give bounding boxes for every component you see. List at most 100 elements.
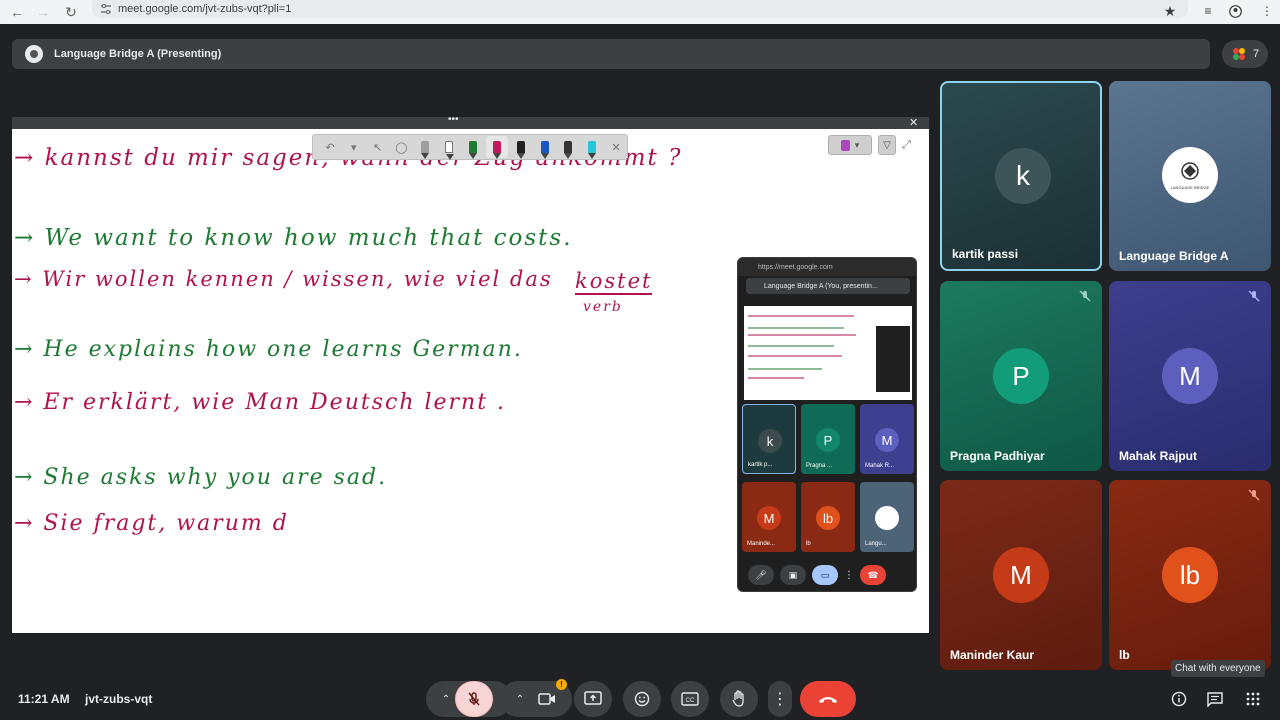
activities-button[interactable]	[1238, 681, 1268, 717]
pen-magenta-icon[interactable]	[485, 136, 508, 159]
people-button[interactable]: 7	[1222, 40, 1268, 68]
whiteboard-right-tools: ▾ ▽ ⤢	[828, 135, 911, 155]
mini-url: https://meet.google.com	[738, 258, 916, 276]
lasso-icon[interactable]: ◯	[391, 136, 413, 158]
mini-controls: 🎤︎ ▣ ▭ ⋮ ☎	[744, 564, 912, 586]
more-options-button[interactable]: ⋮	[768, 681, 792, 717]
pen-black-icon[interactable]	[510, 136, 532, 159]
participant-tile[interactable]: LANGUAGE BRIDGE Language Bridge A	[1109, 81, 1271, 271]
meeting-details-button[interactable]	[1164, 681, 1194, 717]
mini-mic-icon[interactable]: 🎤︎	[748, 565, 774, 585]
avatar: lb	[1162, 547, 1218, 603]
mini-tile[interactable]: M Maninde...	[742, 482, 796, 552]
shared-window-titlebar	[12, 117, 929, 129]
expand-icon[interactable]: ⤢	[902, 139, 911, 152]
undo-icon[interactable]: ↶	[319, 136, 341, 158]
language-bridge-logo-icon: LANGUAGE BRIDGE	[1162, 147, 1218, 203]
chat-button[interactable]	[1200, 681, 1230, 717]
handwritten-line: → Sie fragt, warum d	[14, 511, 289, 536]
mini-tile[interactable]: Langu...	[860, 482, 914, 552]
mini-tile[interactable]: k kartik p...	[742, 404, 796, 474]
hand-icon	[732, 690, 744, 707]
handwritten-line: → She asks why you are sad.	[14, 465, 388, 490]
mini-present-icon[interactable]: ▭	[812, 565, 838, 585]
close-icon[interactable]: ✕	[909, 116, 918, 129]
site-settings-icon[interactable]	[100, 3, 112, 15]
present-button[interactable]	[574, 681, 612, 717]
avatar: P	[993, 348, 1049, 404]
camera-button[interactable]: !	[530, 679, 567, 717]
mic-off-icon	[1248, 290, 1260, 302]
participant-name: kartik passi	[952, 247, 1019, 261]
drag-handle-icon[interactable]: •••	[448, 114, 459, 125]
mini-tile[interactable]: M Mahak R...	[860, 404, 914, 474]
mini-name: Mahak R...	[865, 463, 895, 469]
pen-dark-icon[interactable]	[557, 136, 579, 159]
mini-avatar: k	[758, 429, 782, 453]
mini-end-call-icon[interactable]: ☎	[860, 565, 886, 585]
emoji-icon	[634, 691, 650, 707]
meeting-code: jvt-zubs-vqt	[85, 692, 153, 706]
picture-in-picture-window[interactable]: https://meet.google.com Language Bridge …	[737, 257, 917, 592]
mini-name: Maninde...	[747, 541, 776, 547]
mini-name: Langu...	[865, 541, 887, 547]
pen-white-icon[interactable]	[438, 136, 460, 160]
mini-avatar: lb	[816, 506, 840, 530]
eraser-icon[interactable]: ▽	[878, 135, 896, 155]
leave-call-button[interactable]	[800, 681, 856, 717]
presenting-banner: Language Bridge A (Presenting)	[12, 39, 1210, 69]
star-icon[interactable]: ★	[1161, 2, 1179, 20]
mini-more-icon[interactable]: ⋮	[844, 570, 854, 581]
warning-badge-icon: !	[556, 679, 567, 690]
handwritten-word: kostet	[575, 269, 653, 295]
participant-tile[interactable]: M Maninder Kaur	[940, 480, 1102, 670]
mic-off-button[interactable]	[455, 681, 493, 717]
participant-tile[interactable]: lb lb	[1109, 480, 1271, 670]
pointer-icon[interactable]: ↖	[367, 136, 389, 158]
presenter-logo-icon	[25, 45, 43, 63]
chevron-down-icon[interactable]: ▾	[343, 136, 365, 158]
participant-tile[interactable]: k kartik passi	[940, 81, 1102, 271]
pen-cyan-icon[interactable]	[581, 136, 603, 159]
media-control-icon[interactable]: ≡	[1199, 2, 1217, 20]
toolbar-close-icon[interactable]: ✕	[605, 136, 627, 158]
more-icon: ⋮	[772, 691, 788, 708]
mini-tile[interactable]: lb lb	[801, 482, 855, 552]
mini-logo-icon	[875, 506, 899, 530]
address-bar[interactable]: meet.google.com/jvt-zubs-vqt?pli=1	[92, 0, 1188, 18]
avatar: M	[993, 547, 1049, 603]
reload-icon[interactable]: ↻	[60, 2, 82, 22]
profile-icon[interactable]	[1226, 2, 1244, 20]
avatar: M	[1162, 348, 1218, 404]
mic-off-icon	[468, 692, 480, 706]
participant-name: Mahak Rajput	[1119, 449, 1198, 463]
url-text: meet.google.com/jvt-zubs-vqt?pli=1	[118, 3, 292, 15]
highlighter-select[interactable]: ▾	[828, 135, 872, 155]
pen-green-icon[interactable]	[462, 136, 484, 159]
pen-grey-icon[interactable]	[414, 136, 436, 159]
participant-name: Maninder Kaur	[950, 648, 1035, 662]
participant-tile[interactable]: P Pragna Padhiyar	[940, 281, 1102, 471]
reactions-button[interactable]	[623, 681, 661, 717]
logo-text: LANGUAGE BRIDGE	[1171, 185, 1210, 190]
presenting-title: Language Bridge A (Presenting)	[54, 48, 222, 60]
forward-icon[interactable]: →	[32, 2, 54, 22]
raise-hand-button[interactable]	[720, 681, 758, 717]
back-icon[interactable]: ←	[6, 2, 28, 22]
mini-camera-icon[interactable]: ▣	[780, 565, 806, 585]
captions-button[interactable]: CC	[671, 681, 709, 717]
mini-avatar: M	[757, 506, 781, 530]
svg-text:CC: CC	[686, 698, 695, 704]
mini-tile[interactable]: P Pragna ...	[801, 404, 855, 474]
camera-icon	[538, 693, 555, 705]
activities-icon	[1246, 692, 1260, 706]
chat-icon	[1207, 692, 1223, 707]
mini-shared-preview	[744, 306, 912, 400]
audio-options-icon[interactable]: ⌃	[442, 694, 450, 705]
participant-name: lb	[1119, 648, 1130, 662]
pen-blue-icon[interactable]	[534, 136, 556, 159]
participant-tile[interactable]: M Mahak Rajput	[1109, 281, 1271, 471]
people-icon	[1232, 48, 1245, 60]
video-options-icon[interactable]: ⌃	[516, 694, 524, 705]
browser-menu-icon[interactable]: ⋮	[1258, 2, 1276, 20]
